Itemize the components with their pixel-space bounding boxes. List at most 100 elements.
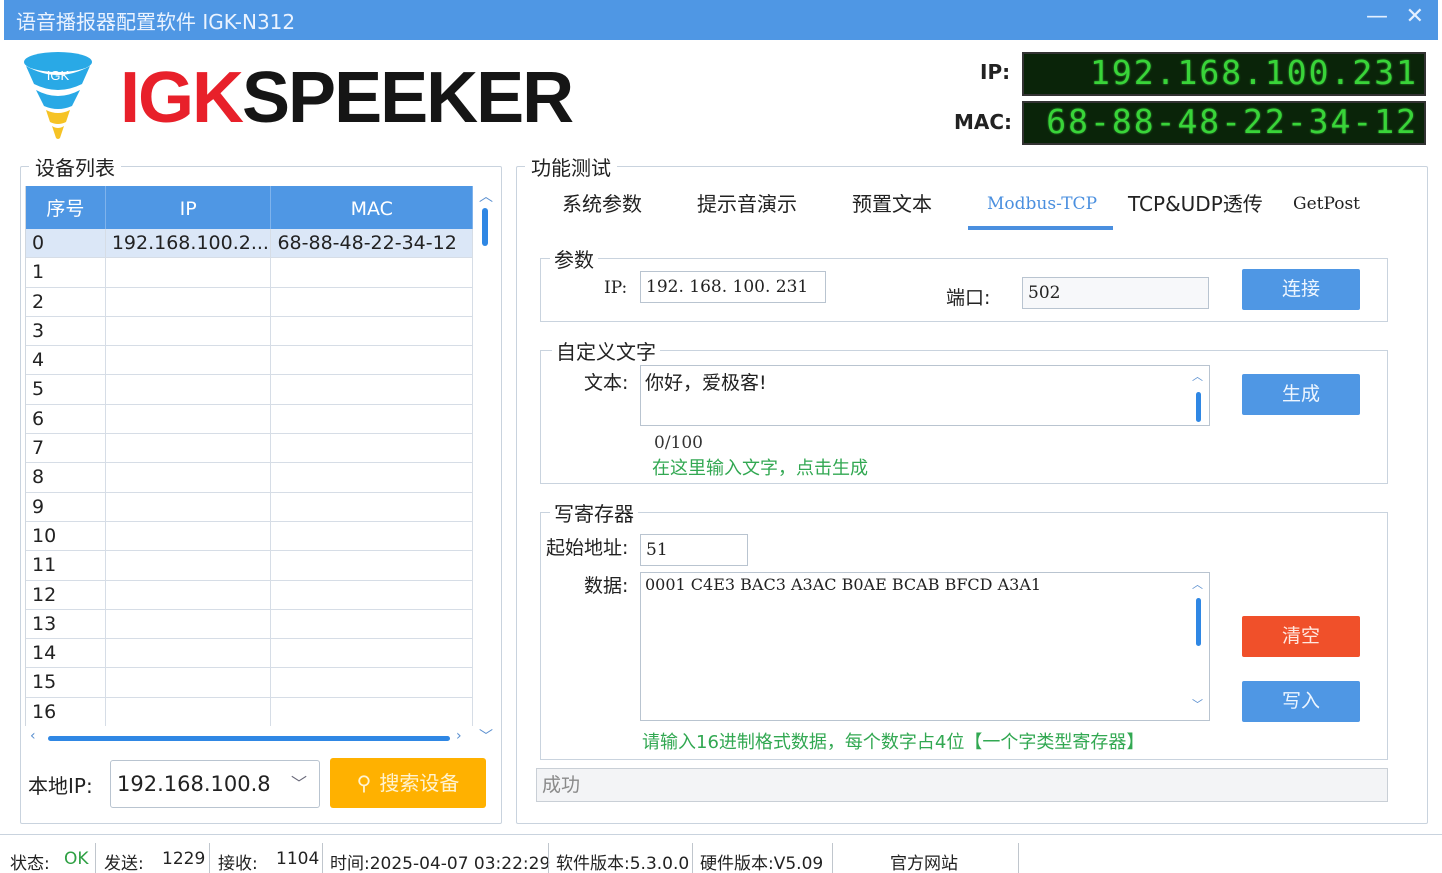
char-count: 0/100 bbox=[654, 433, 703, 453]
table-row[interactable]: 14 bbox=[26, 639, 473, 669]
table-header: 序号 IP MAC bbox=[26, 186, 473, 229]
scroll-thumb[interactable] bbox=[482, 208, 488, 246]
mac-display-label: MAC: bbox=[954, 110, 1013, 134]
text-input-scrollbar[interactable]: ︿ bbox=[1192, 370, 1206, 424]
table-row[interactable]: 6 bbox=[26, 404, 473, 435]
write-button[interactable]: 写入 bbox=[1242, 681, 1360, 722]
brand-logo: IGKSPEEKER bbox=[120, 56, 574, 140]
tab-getpost[interactable]: GetPost bbox=[1293, 194, 1360, 214]
cell-index: 8 bbox=[26, 463, 106, 492]
port-label: 端口: bbox=[946, 287, 991, 309]
send-count: 1229 bbox=[162, 849, 206, 869]
cell-mac bbox=[271, 404, 473, 434]
device-table[interactable]: 序号 IP MAC 0 192.168.100.2... 68-88-48-22-3… bbox=[25, 186, 473, 726]
clear-button[interactable]: 清空 bbox=[1242, 616, 1360, 657]
cell-ip bbox=[106, 580, 272, 609]
table-row[interactable]: 9 bbox=[26, 492, 473, 522]
separator bbox=[1018, 843, 1019, 873]
search-devices-button[interactable]: ⚲ 搜索设备 bbox=[330, 758, 486, 808]
column-header-index[interactable]: 序号 bbox=[26, 186, 106, 229]
table-row[interactable]: 16 bbox=[26, 697, 473, 726]
scroll-up-icon[interactable]: ︿ bbox=[1192, 368, 1203, 384]
table-row[interactable]: 15 bbox=[26, 668, 473, 698]
scroll-down-icon[interactable]: ﹀ bbox=[1192, 696, 1203, 712]
tab-modbus-tcp[interactable]: Modbus-TCP bbox=[987, 194, 1097, 214]
table-horizontal-scrollbar[interactable]: ‹ › bbox=[30, 728, 470, 746]
table-row[interactable]: 0 192.168.100.2... 68-88-48-22-34-12 bbox=[26, 229, 473, 259]
brand-part1: IGK bbox=[120, 58, 244, 138]
table-row[interactable]: 10 bbox=[26, 521, 473, 552]
cell-mac bbox=[271, 375, 473, 404]
brand-part2: SPEEKER bbox=[242, 58, 574, 138]
cell-ip bbox=[106, 668, 272, 697]
column-header-mac[interactable]: MAC bbox=[271, 186, 473, 229]
cell-index: 5 bbox=[26, 375, 106, 404]
table-vertical-scrollbar[interactable]: ︿ ﹀ bbox=[476, 186, 494, 746]
send-label: 发送: bbox=[104, 854, 144, 873]
local-ip-select[interactable]: 192.168.100.8 ﹀ bbox=[110, 760, 320, 808]
cell-mac bbox=[271, 668, 473, 697]
cell-index: 12 bbox=[26, 580, 106, 609]
generate-button[interactable]: 生成 bbox=[1242, 374, 1360, 415]
hscroll-thumb[interactable] bbox=[48, 736, 450, 741]
scroll-up-icon[interactable]: ︿ bbox=[1192, 576, 1203, 592]
table-row[interactable]: 13 bbox=[26, 609, 473, 640]
text-input-value: 你好，爱极客! bbox=[645, 372, 767, 394]
scroll-up-icon[interactable]: ︿ bbox=[479, 186, 493, 206]
close-icon[interactable]: ✕ bbox=[1406, 4, 1424, 29]
tab-system-params[interactable]: 系统参数 bbox=[562, 188, 642, 217]
cell-mac bbox=[271, 287, 473, 316]
table-row[interactable]: 11 bbox=[26, 551, 473, 581]
data-input[interactable]: 0001 C4E3 BAC3 A3AC B0AE BCAB BFCD A3A1 bbox=[640, 572, 1210, 721]
status-bar: 状态: OK 发送: 1229 接收: 1104 时间:2025-04-07 0… bbox=[0, 834, 1442, 873]
scroll-down-icon[interactable]: ﹀ bbox=[479, 726, 493, 746]
params-legend: 参数 bbox=[550, 244, 598, 273]
table-row[interactable]: 1 bbox=[26, 258, 473, 288]
start-address-input[interactable]: 51 bbox=[640, 534, 748, 566]
table-row[interactable]: 12 bbox=[26, 580, 473, 610]
data-input-scrollbar[interactable]: ︿ ﹀ bbox=[1192, 578, 1206, 718]
cell-index: 2 bbox=[26, 287, 106, 316]
table-row[interactable]: 3 bbox=[26, 316, 473, 347]
write-register-legend: 写寄存器 bbox=[550, 498, 638, 527]
data-label: 数据: bbox=[584, 575, 629, 597]
scroll-left-icon[interactable]: ‹ bbox=[30, 728, 36, 744]
cell-index: 9 bbox=[26, 492, 106, 521]
table-row[interactable]: 7 bbox=[26, 434, 473, 464]
cell-ip: 192.168.100.2... bbox=[106, 229, 272, 258]
website-link[interactable]: 官方网站 bbox=[890, 849, 958, 873]
column-header-ip[interactable]: IP bbox=[106, 186, 272, 229]
cell-mac bbox=[271, 492, 473, 521]
scroll-thumb[interactable] bbox=[1196, 392, 1201, 422]
table-row[interactable]: 8 bbox=[26, 463, 473, 493]
recv-label: 接收: bbox=[218, 854, 258, 873]
cell-mac bbox=[271, 463, 473, 492]
scroll-thumb[interactable] bbox=[1196, 598, 1201, 646]
window-title: 语音播报器配置软件 IGK-N312 bbox=[16, 10, 296, 34]
scroll-right-icon[interactable]: › bbox=[456, 728, 462, 744]
cell-mac bbox=[271, 580, 473, 609]
cell-mac bbox=[271, 551, 473, 580]
connect-button[interactable]: 连接 bbox=[1242, 269, 1360, 310]
cell-ip bbox=[106, 609, 272, 639]
separator bbox=[209, 843, 210, 873]
cell-mac bbox=[271, 697, 473, 726]
active-tab-indicator bbox=[968, 226, 1113, 230]
port-input[interactable]: 502 bbox=[1022, 277, 1209, 309]
table-row[interactable]: 4 bbox=[26, 346, 473, 376]
cell-ip bbox=[106, 375, 272, 404]
search-button-label: 搜索设备 bbox=[379, 771, 460, 795]
title-bar[interactable]: 语音播报器配置软件 IGK-N312 — ✕ bbox=[4, 0, 1438, 40]
tab-tcp-udp[interactable]: TCP&UDP透传 bbox=[1128, 188, 1263, 217]
table-row[interactable]: 5 bbox=[26, 375, 473, 405]
custom-text-hint: 在这里输入文字，点击生成 bbox=[652, 458, 868, 479]
params-ip-input[interactable]: 192. 168. 100. 231 bbox=[640, 271, 826, 303]
chevron-down-icon[interactable]: ﹀ bbox=[291, 761, 307, 807]
cell-index: 14 bbox=[26, 639, 106, 668]
tab-preset-text[interactable]: 预置文本 bbox=[852, 188, 932, 217]
table-row[interactable]: 2 bbox=[26, 287, 473, 317]
tab-tone-demo[interactable]: 提示音演示 bbox=[697, 188, 797, 217]
minimize-icon[interactable]: — bbox=[1366, 4, 1388, 29]
ip-display-label: IP: bbox=[980, 60, 1011, 84]
text-input[interactable]: 你好，爱极客! bbox=[640, 365, 1210, 426]
